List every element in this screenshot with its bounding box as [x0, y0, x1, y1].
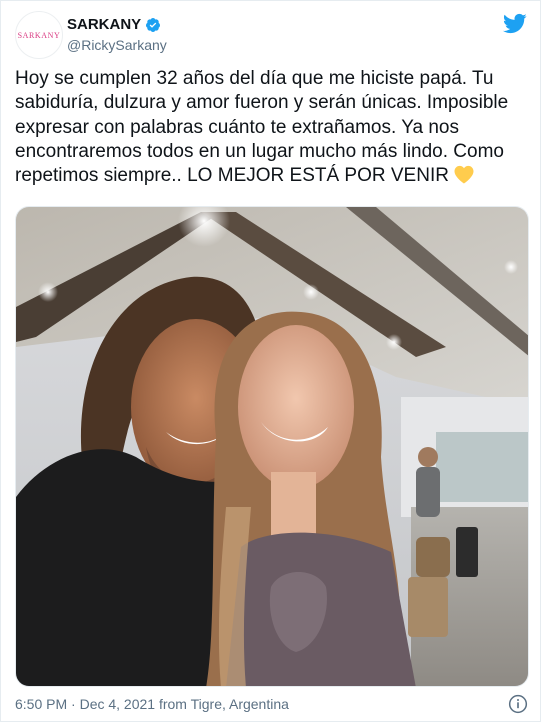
avatar[interactable]: SARKANY [15, 11, 63, 59]
twitter-bird-icon[interactable] [502, 11, 527, 36]
tweet-timestamp[interactable]: 6:50 PM · Dec 4, 2021 from Tigre, Argent… [15, 695, 289, 713]
tweet-text: Hoy se cumplen 32 años del día que me hi… [15, 67, 530, 188]
avatar-logo-text: SARKANY [17, 30, 61, 40]
author-handle[interactable]: @RickySarkany [67, 36, 167, 54]
author-display-name[interactable]: SARKANY [67, 16, 141, 34]
photo-image [16, 207, 528, 686]
author-info: SARKANY @RickySarkany [67, 16, 167, 54]
tweet-header: SARKANY SARKANY @RickySarkany [15, 11, 527, 59]
tweet-text-body: Hoy se cumplen 32 años del día que me hi… [15, 68, 514, 187]
tweet-photo[interactable] [15, 206, 529, 687]
info-icon[interactable] [508, 694, 528, 714]
tweet-card: SARKANY SARKANY @RickySarkany Hoy se cum… [0, 0, 541, 722]
verified-badge-icon [146, 18, 161, 32]
author-display-name-row[interactable]: SARKANY [67, 16, 161, 34]
yellow-heart-icon [454, 166, 474, 184]
